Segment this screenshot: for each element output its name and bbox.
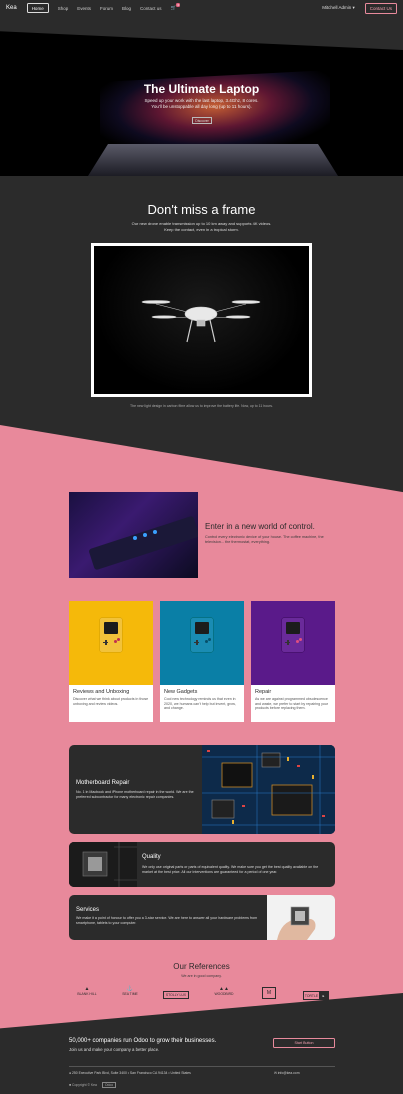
logo-woodbird[interactable]: ▲▲ WOODBIRD [210, 986, 238, 996]
user-name: Mitchell Admin [322, 5, 352, 10]
hand-chip-image [267, 895, 335, 940]
frame-section-subtitle: Our new drone enable transmission up to … [0, 221, 403, 232]
logo-label: TORTLE [304, 994, 319, 998]
drone-image [94, 246, 309, 394]
frame-subtitle-line-2: Keep the contact, even in a tropical sto… [164, 226, 239, 232]
footer-email[interactable]: ✉ info@kea.com [274, 1071, 300, 1075]
hero-section [0, 16, 403, 176]
control-section-text: Control every electronic device of your … [205, 535, 324, 544]
remote-control-image [69, 492, 198, 578]
drone-caption: The new light design in carbon fibre all… [130, 404, 273, 408]
card-repair[interactable]: Repair As we are against programmed obso… [251, 601, 335, 722]
cta-title: 50,000+ companies run Odoo to grow their… [69, 1038, 217, 1044]
nav-item-blog[interactable]: Blog [122, 6, 131, 11]
cpu-chip-icon [69, 842, 137, 887]
hand-holding-chip-icon [267, 895, 335, 940]
motherboard-text: No. 1 in Macbook and iPhone motherboard … [76, 790, 194, 799]
services-title: Services [76, 907, 100, 913]
footer-address: ● 250 Executive Park Blvd, Suite 3400 • … [69, 1071, 191, 1075]
card-text: As we are against programmed obsolescenc… [255, 697, 329, 711]
nav-item-events[interactable]: Events [77, 6, 91, 11]
logo-label: BLANK HILL [77, 992, 97, 996]
arrow-right-icon: ▸ [319, 992, 328, 999]
powered-by-text: Odoo [104, 1083, 114, 1087]
discover-button[interactable]: Discover [192, 117, 212, 124]
quality-block: Quality We only use original parts or pa… [69, 842, 335, 887]
hero-subtitle-line-2: You'll be unstoppable all day long (up t… [151, 104, 252, 109]
drone-image-frame [91, 243, 312, 397]
card-text: Cool new technology reminds us that even… [164, 697, 236, 711]
logo-label: M [266, 990, 272, 996]
logo-tortle[interactable]: TORTLE ▸ [303, 991, 329, 1000]
logo-sea-time[interactable]: ⚓ SEA TIME [115, 986, 145, 996]
email-text: info@kea.com [277, 1071, 300, 1075]
brand-logo[interactable]: Kea [6, 5, 17, 11]
laptop-keyboard-image [88, 144, 338, 176]
gameboy-purple-image [251, 601, 335, 685]
nav-item-forum[interactable]: Forum [100, 6, 113, 11]
card-reviews[interactable]: Reviews and Unboxing Discover what we th… [69, 601, 153, 722]
gameboy-icon [100, 618, 122, 652]
logo-stolly-lux[interactable]: STOLLY LUX [163, 991, 189, 999]
gameboy-icon [282, 618, 304, 652]
contact-us-button[interactable]: Contact Us [364, 2, 397, 14]
remote-control-icon [89, 516, 198, 570]
nav-item-home[interactable]: Home [26, 3, 49, 13]
references-subtitle: We are in good company. [181, 974, 222, 978]
gameboy-blue-image [160, 601, 244, 685]
user-menu[interactable]: Mitchell Admin ▾ [322, 5, 355, 11]
pink-section-background [0, 425, 403, 1035]
start-button[interactable]: Start Button [273, 1038, 335, 1048]
logo-label: STOLLY LUX [165, 993, 187, 997]
footer-copyright: ■ Copyright © Kea Odoo [69, 1082, 117, 1088]
cpu-chip-image [69, 842, 137, 887]
card-new-gadgets[interactable]: New Gadgets Cool new technology reminds … [160, 601, 244, 722]
motherboard-image [202, 745, 335, 834]
services-block: Services We make it a point of honour to… [69, 895, 335, 940]
circuit-board-icon [202, 745, 335, 834]
services-text: We make it a point of honour to offer yo… [76, 916, 258, 925]
address-text: 250 Executive Park Blvd, Suite 3400 • Sa… [72, 1071, 191, 1075]
cart-count-badge: 0 [176, 3, 181, 7]
nav-item-contact[interactable]: Contact us [140, 6, 162, 11]
navbar: Kea Home Shop Events Forum Blog Contact … [0, 0, 403, 16]
chevron-down-icon: ▾ [352, 5, 355, 10]
cart-button[interactable]: 🛒 0 [170, 3, 181, 11]
frame-section-title: Don't miss a frame [147, 202, 256, 217]
references-title: Our References [173, 962, 230, 971]
card-text: Discover what we think about products in… [73, 697, 149, 706]
motherboard-title: Motherboard Repair [76, 780, 130, 786]
card-title: New Gadgets [164, 689, 198, 695]
footer-divider [69, 1066, 335, 1067]
quality-text: We only use original parts or parts of e… [142, 865, 319, 874]
card-title: Reviews and Unboxing [73, 689, 130, 695]
cta-subtitle: Join us and make your company a better p… [69, 1047, 160, 1052]
hero-top-band [0, 16, 403, 50]
gameboy-icon [191, 618, 213, 652]
drone-icon [141, 300, 261, 343]
logo-label: SEA TIME [122, 992, 138, 996]
card-title: Repair [255, 689, 272, 695]
hero-title: The Ultimate Laptop [143, 82, 260, 96]
cart-icon: 🛒 [170, 5, 177, 10]
copyright-text: Copyright © Kea [72, 1083, 97, 1087]
quality-title: Quality [142, 854, 161, 860]
logo-m[interactable]: M [262, 987, 276, 999]
powered-by-badge[interactable]: Odoo [101, 1082, 117, 1088]
logo-blank-hill[interactable]: ▲ BLANK HILL [70, 986, 104, 996]
gameboy-yellow-image [69, 601, 153, 685]
hero-subtitle: Speed up your work with the last laptop,… [0, 98, 403, 110]
motherboard-repair-block: Motherboard Repair No. 1 in Macbook and … [69, 745, 335, 834]
logo-label: WOODBIRD [214, 992, 234, 996]
nav-item-shop[interactable]: Shop [58, 6, 69, 11]
control-section-title: Enter in a new world of control. [205, 522, 315, 531]
